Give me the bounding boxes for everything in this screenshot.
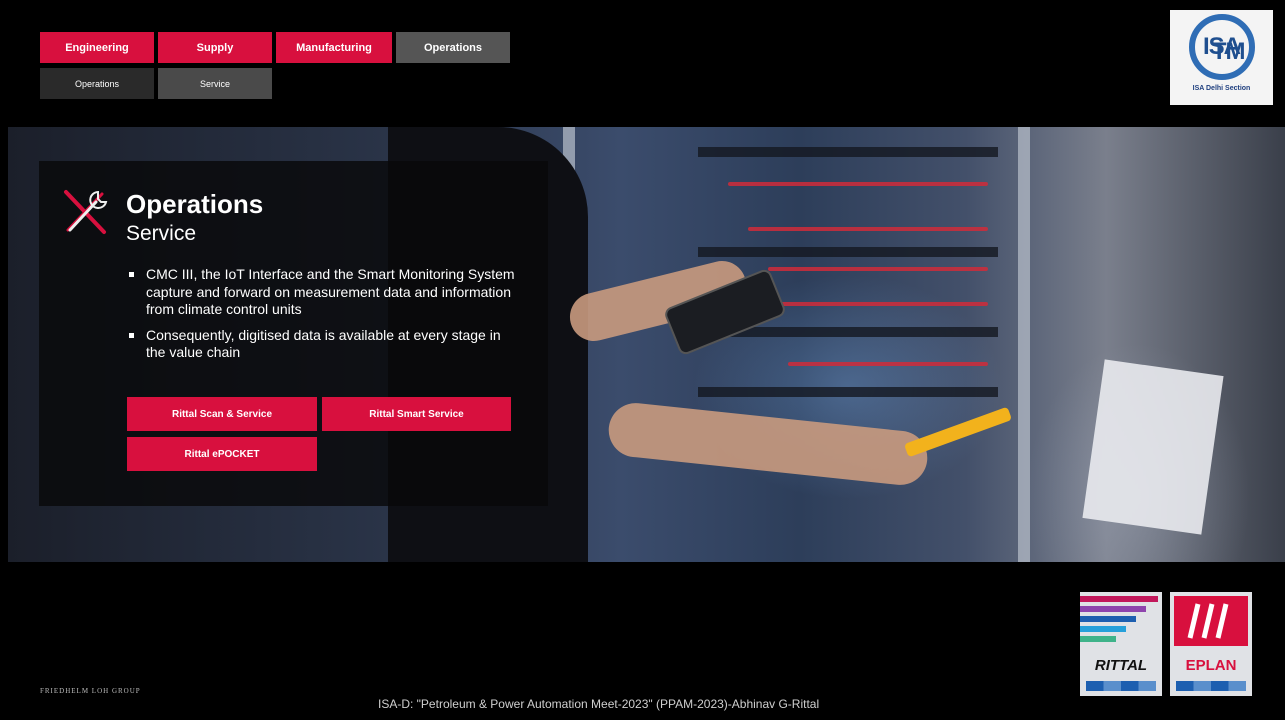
cable-row <box>768 267 988 271</box>
cable-row <box>788 362 988 366</box>
subtab-service[interactable]: Service <box>158 68 272 99</box>
isa-tm: TM <box>1211 38 1246 65</box>
tab-manufacturing[interactable]: Manufacturing <box>276 32 392 63</box>
person-arm <box>606 400 930 488</box>
rack-post <box>1018 127 1030 562</box>
rittal-strip <box>1086 681 1156 691</box>
patch-row <box>698 147 998 157</box>
bullet-list: CMC III, the IoT Interface and the Smart… <box>128 266 518 370</box>
isa-logo: ISA TM ISA Delhi Section <box>1170 10 1273 105</box>
tab-operations[interactable]: Operations <box>396 32 510 63</box>
subtab-operations[interactable]: Operations <box>40 68 154 99</box>
cable-row <box>728 182 988 186</box>
rittal-scan-service-button[interactable]: Rittal Scan & Service <box>127 397 317 431</box>
rittal-smart-service-button[interactable]: Rittal Smart Service <box>322 397 511 431</box>
footer-group-name: FRIEDHELM LOH GROUP <box>40 687 141 695</box>
eplan-strip <box>1176 681 1246 691</box>
eplan-logo: EPLAN <box>1170 592 1252 696</box>
tab-engineering[interactable]: Engineering <box>40 32 154 63</box>
panel-subtitle: Service <box>126 222 197 245</box>
document-sheet <box>1082 359 1224 535</box>
eplan-wordmark: EPLAN <box>1185 657 1237 674</box>
bullet-item: CMC III, the IoT Interface and the Smart… <box>128 266 518 319</box>
tab-supply[interactable]: Supply <box>158 32 272 63</box>
patch-row <box>698 247 998 257</box>
rittal-wordmark: RITTAL <box>1094 657 1148 674</box>
cable-row <box>748 227 988 231</box>
isa-caption: ISA Delhi Section <box>1192 85 1251 92</box>
footer-caption: ISA-D: "Petroleum & Power Automation Mee… <box>378 697 820 711</box>
rittal-logo-graphic <box>1080 596 1158 642</box>
probe-tool <box>903 406 1013 458</box>
rittal-epocket-button[interactable]: Rittal ePOCKET <box>127 437 317 471</box>
eplan-logo-graphic <box>1174 596 1248 646</box>
patch-row <box>698 387 998 397</box>
cable-row <box>778 302 988 306</box>
tools-icon <box>64 190 108 234</box>
bullet-item: Consequently, digitised data is availabl… <box>128 327 518 362</box>
isa-ring: ISA TM <box>1188 14 1255 80</box>
panel-title: Operations <box>126 189 264 219</box>
rittal-logo: RITTAL <box>1080 592 1162 696</box>
